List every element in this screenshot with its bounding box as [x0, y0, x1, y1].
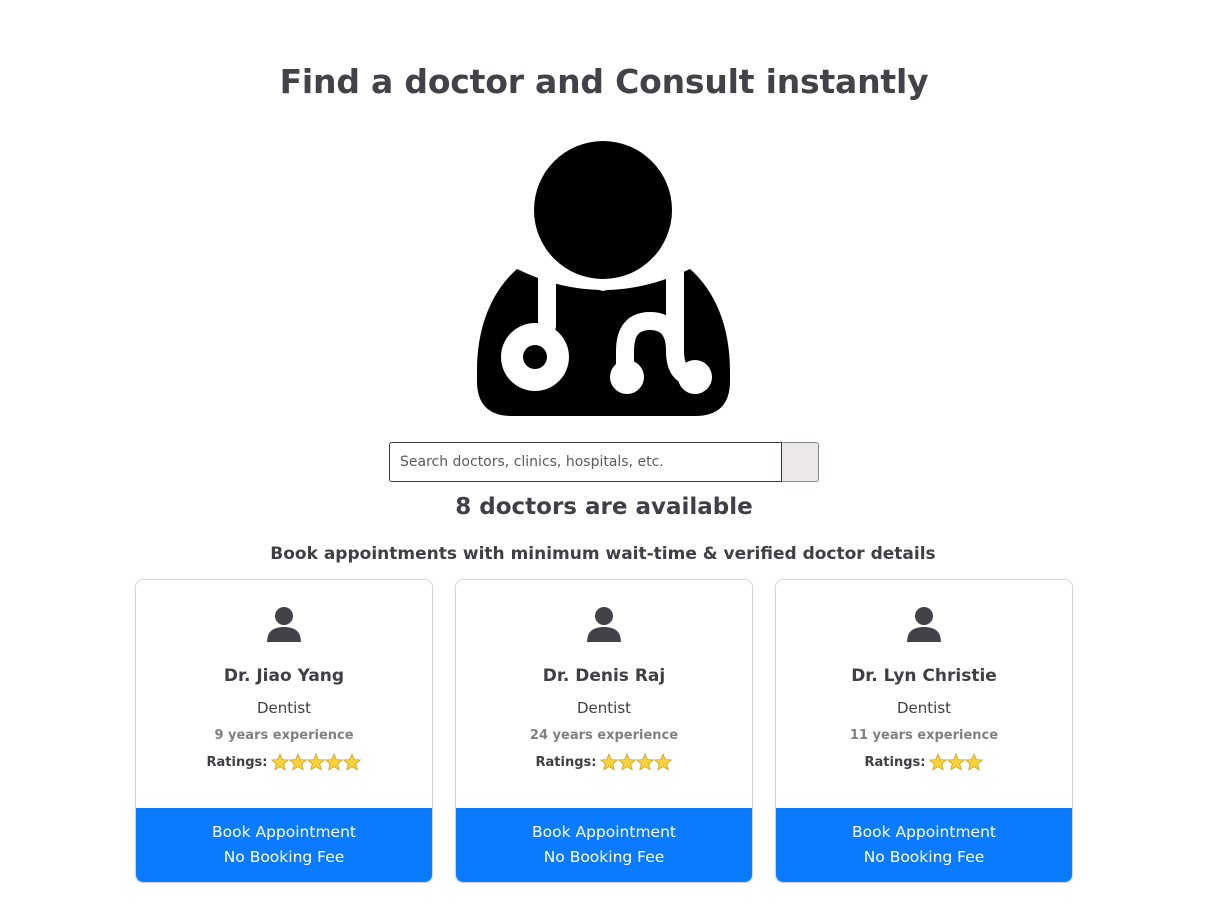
doctor-experience: 9 years experience	[214, 728, 354, 743]
star-icon	[289, 753, 308, 771]
ratings-label: Ratings:	[535, 754, 597, 770]
star-icon	[929, 753, 948, 771]
book-button-label: Book Appointment	[531, 823, 676, 841]
doctor-rating: Ratings:	[456, 753, 752, 771]
doctor-name: Dr. Lyn Christie	[851, 666, 997, 686]
doctor-experience: 11 years experience	[849, 728, 999, 743]
book-button-label: Book Appointment	[851, 823, 996, 841]
star-icon	[618, 753, 637, 771]
doctor-rating: Ratings:	[776, 753, 1072, 771]
doctor-with-stethoscope-icon	[477, 141, 730, 416]
doctor-name: Dr. Jiao Yang	[223, 666, 345, 686]
star-icon	[307, 753, 326, 771]
star-icon	[325, 753, 344, 771]
doctor-specialty: Dentist	[576, 699, 632, 717]
doctor-specialty: Dentist	[896, 699, 952, 717]
doctor-name: Dr. Denis Raj	[542, 666, 666, 686]
star-rating	[600, 753, 673, 771]
star-icon	[654, 753, 673, 771]
booking-fee-label: No Booking Fee	[543, 848, 665, 866]
user-icon	[907, 607, 941, 642]
doctor-card: Dr. Denis Raj Dentist 24 years experienc…	[455, 579, 753, 883]
book-button-label: Book Appointment	[211, 823, 356, 841]
user-icon	[587, 607, 621, 642]
ratings-label: Ratings:	[206, 754, 268, 770]
book-appointment-button[interactable]: Book Appointment No Booking Fee	[776, 808, 1072, 882]
star-icon	[271, 753, 290, 771]
search-button[interactable]	[782, 442, 819, 482]
page-title: Find a doctor and Consult instantly	[279, 62, 929, 101]
appointments-subtitle: Book appointments with minimum wait-time…	[270, 544, 936, 564]
book-appointment-button[interactable]: Book Appointment No Booking Fee	[456, 808, 752, 882]
doctor-rating: Ratings:	[136, 753, 432, 771]
doctors-count-heading: 8 doctors are available	[455, 494, 753, 520]
doctor-specialty: Dentist	[256, 699, 312, 717]
search-input[interactable]	[389, 442, 782, 482]
star-icon	[947, 753, 966, 771]
star-icon	[343, 753, 362, 771]
search-bar	[389, 442, 819, 482]
star-rating	[929, 753, 984, 771]
book-appointment-button[interactable]: Book Appointment No Booking Fee	[136, 808, 432, 882]
star-icon	[600, 753, 619, 771]
ratings-label: Ratings:	[864, 754, 926, 770]
doctor-card: Dr. Jiao Yang Dentist 9 years experience…	[135, 579, 433, 883]
booking-fee-label: No Booking Fee	[223, 848, 345, 866]
doctor-experience: 24 years experience	[529, 728, 679, 743]
booking-fee-label: No Booking Fee	[863, 848, 985, 866]
star-rating	[271, 753, 362, 771]
user-icon	[267, 607, 301, 642]
doctor-card: Dr. Lyn Christie Dentist 11 years experi…	[775, 579, 1073, 883]
star-icon	[636, 753, 655, 771]
star-icon	[965, 753, 984, 771]
